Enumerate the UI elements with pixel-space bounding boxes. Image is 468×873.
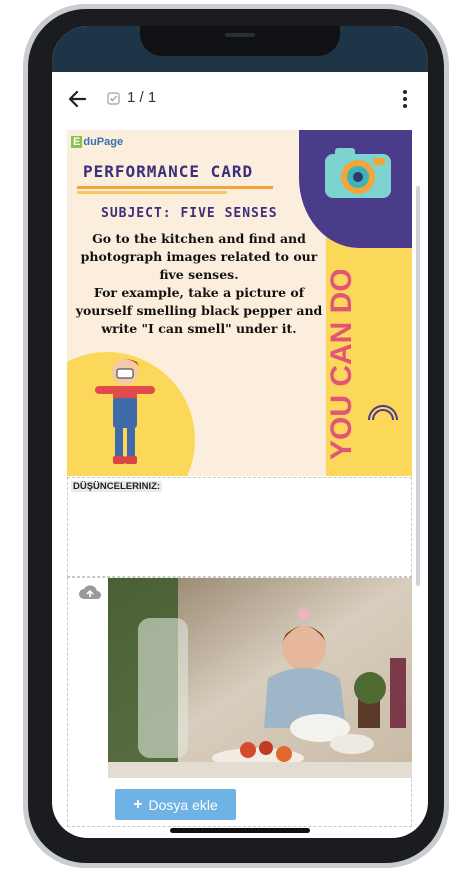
cloud-upload-icon[interactable] (78, 584, 102, 600)
status-bar (52, 26, 428, 72)
child-illustration (95, 359, 155, 464)
title-underline (77, 186, 273, 189)
title-underline-2 (77, 191, 227, 194)
thoughts-label: DÜŞÜNCELERINIZ: (71, 481, 163, 492)
checkbox-icon (107, 92, 120, 105)
home-indicator[interactable] (170, 828, 310, 833)
add-file-button[interactable]: + Dosya ekle (115, 789, 236, 820)
speaker (225, 33, 255, 37)
upload-area: + Dosya ekle (67, 577, 412, 827)
document-content: EduPage PERFORMANCE CARD SUBJECT: FIVE S… (65, 128, 414, 838)
app-bar: 1 / 1 (52, 72, 428, 128)
page-indicator: 1 / 1 (127, 89, 157, 106)
scrollbar[interactable] (416, 186, 420, 586)
camera-icon (325, 148, 391, 198)
you-can-do-it-graphic: YOU CAN DO IT! (329, 270, 398, 460)
add-file-label: Dosya ekle (148, 796, 218, 813)
thoughts-section[interactable]: DÜŞÜNCELERINIZ: (67, 477, 412, 577)
svg-text:YOU CAN DO IT!: YOU CAN DO IT! (329, 270, 358, 460)
card-instruction: Go to the kitchen and find and photograp… (75, 231, 323, 336)
notch (140, 26, 340, 56)
performance-card: EduPage PERFORMANCE CARD SUBJECT: FIVE S… (67, 130, 412, 476)
phone-screen: 1 / 1 EduPage PERFORMANCE CARD SUBJECT: … (52, 26, 428, 838)
back-arrow-icon[interactable] (64, 86, 90, 112)
card-title: PERFORMANCE CARD (83, 162, 254, 181)
plus-icon: + (133, 795, 143, 813)
uploaded-photo[interactable] (108, 578, 412, 778)
card-subject: SUBJECT: FIVE SENSES (101, 206, 278, 221)
more-vert-icon[interactable] (400, 86, 410, 112)
edupage-logo: EduPage (71, 136, 124, 148)
